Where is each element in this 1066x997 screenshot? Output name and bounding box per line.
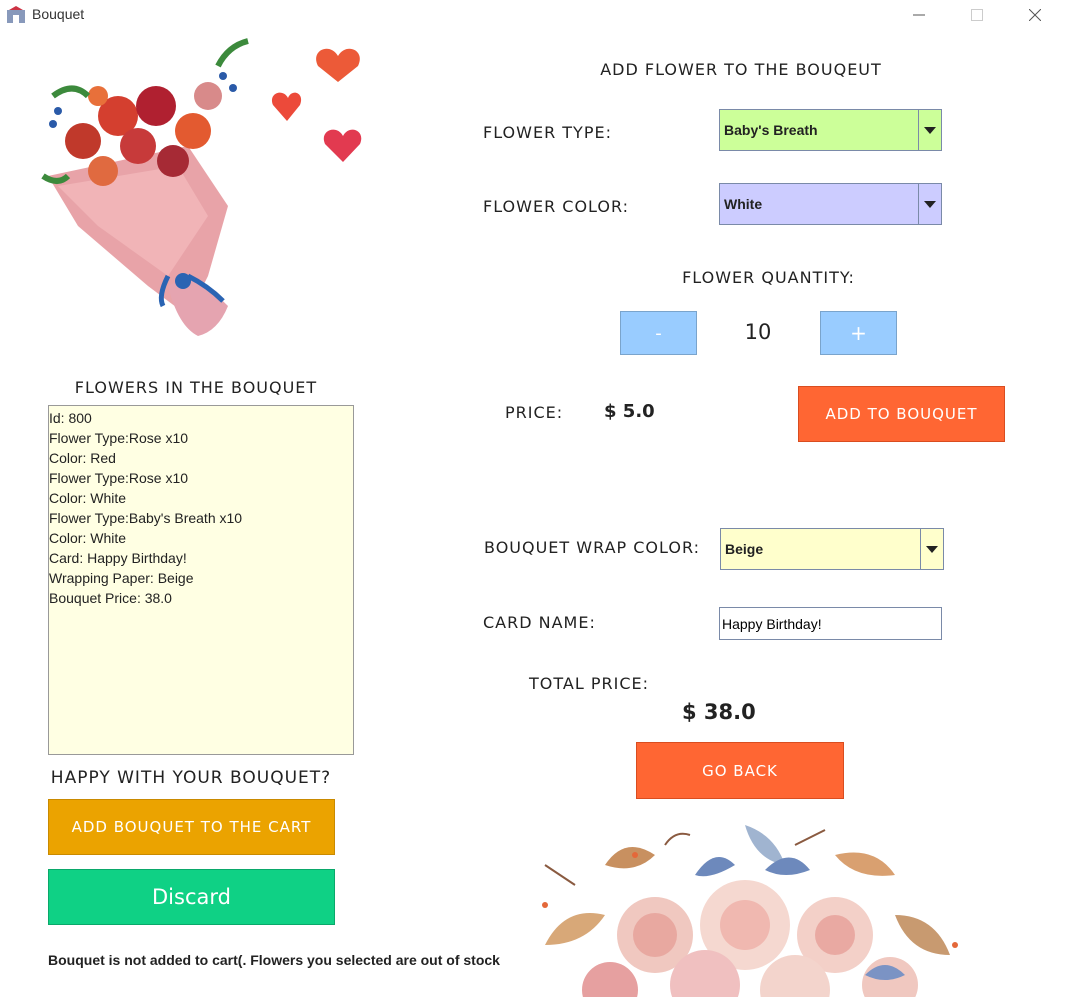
flower-color-select[interactable]: White	[719, 183, 942, 225]
card-name-input[interactable]	[719, 607, 942, 640]
dropdown-arrow-icon[interactable]	[918, 184, 941, 224]
list-item: Flower Type:Rose x10	[49, 470, 189, 486]
list-item: Id: 800	[49, 410, 92, 426]
quantity-value: 10	[744, 320, 772, 344]
list-item: Flower Type:Rose x10	[49, 430, 189, 446]
quantity-label: FLOWER QUANTITY:	[682, 268, 855, 287]
list-item: Flower Type:Baby's Breath x10	[49, 510, 243, 526]
add-to-bouquet-button[interactable]: ADD TO BOUQUET	[798, 386, 1005, 442]
list-item: Color: White	[49, 490, 127, 506]
list-item: Bouquet Price: 38.0	[49, 590, 172, 606]
minimize-button[interactable]	[896, 0, 942, 30]
close-button[interactable]	[1012, 0, 1058, 30]
heart-icon	[271, 92, 302, 121]
section-title: ADD FLOWER TO THE BOUQEUT	[600, 60, 882, 79]
card-name-label: CARD NAME:	[483, 613, 596, 632]
window-title: Bouquet	[32, 6, 85, 22]
list-item: Wrapping Paper: Beige	[49, 570, 194, 586]
maximize-button[interactable]	[954, 0, 1000, 30]
flowers-illustration	[515, 825, 975, 997]
flower-color-value: White	[724, 196, 763, 212]
price-label: PRICE:	[505, 403, 564, 422]
list-item: Color: White	[49, 530, 127, 546]
total-price-label: TOTAL PRICE:	[529, 674, 649, 693]
list-item: Color: Red	[49, 450, 116, 466]
flower-type-select[interactable]: Baby's Breath	[719, 109, 942, 151]
decrease-quantity-button[interactable]: -	[620, 311, 697, 355]
wrap-color-select[interactable]: Beige	[720, 528, 944, 570]
list-item: Card: Happy Birthday!	[49, 550, 187, 566]
price-value: $ 5.0	[604, 401, 655, 422]
discard-button[interactable]: Discard	[48, 869, 335, 925]
heart-icon	[323, 129, 362, 162]
bouquet-illustration	[38, 36, 378, 351]
status-message: Bouquet is not added to cart(. Flowers y…	[48, 952, 500, 968]
flower-color-label: FLOWER COLOR:	[483, 197, 629, 216]
dropdown-arrow-icon[interactable]	[918, 110, 941, 150]
total-price-value: $ 38.0	[682, 700, 756, 724]
flower-type-value: Baby's Breath	[724, 122, 818, 138]
dropdown-arrow-icon[interactable]	[920, 529, 943, 569]
app-icon	[6, 6, 26, 24]
go-back-button[interactable]: GO BACK	[636, 742, 844, 799]
list-title: FLOWERS IN THE BOUQUET	[74, 378, 318, 397]
add-to-cart-button[interactable]: ADD BOUQUET TO THE CART	[48, 799, 335, 855]
bouquet-list[interactable]: Id: 800 Flower Type:Rose x10 Color: Red …	[48, 405, 354, 755]
happy-label: HAPPY WITH YOUR BOUQUET?	[50, 768, 332, 788]
heart-icon	[316, 48, 360, 82]
increase-quantity-button[interactable]: +	[820, 311, 897, 355]
wrap-color-value: Beige	[725, 541, 764, 557]
wrap-color-label: BOUQUET WRAP COLOR:	[484, 538, 700, 557]
flower-type-label: FLOWER TYPE:	[483, 123, 612, 142]
